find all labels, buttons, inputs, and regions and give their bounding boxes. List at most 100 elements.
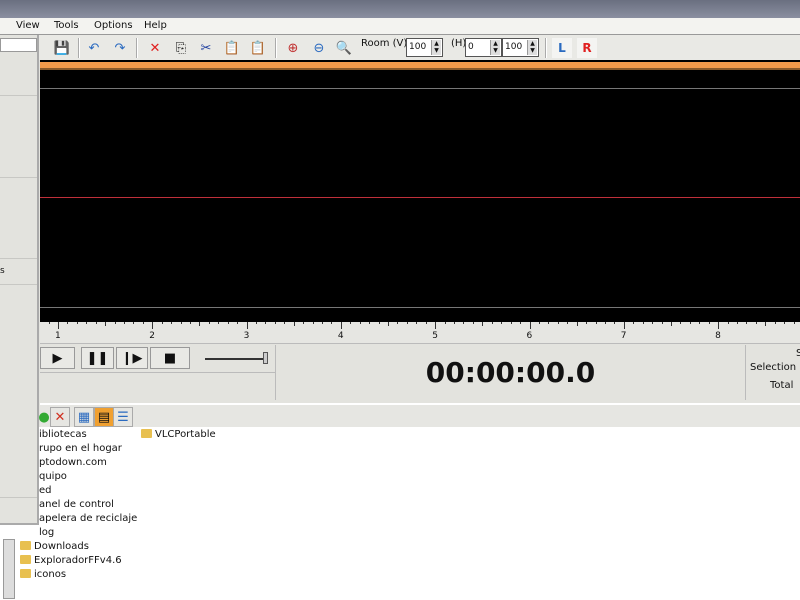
menu-tools[interactable]: Tools bbox=[54, 20, 79, 31]
ruler-label: 6 bbox=[526, 331, 533, 341]
menu-help[interactable]: Help bbox=[144, 20, 167, 31]
file-browser-toolbar: ● ✕ ▦ ▤ ☰ bbox=[38, 403, 800, 427]
paste-icon[interactable]: 📋 bbox=[222, 38, 242, 58]
list-item-label: Downloads bbox=[34, 541, 89, 552]
list-item[interactable]: quipo bbox=[39, 471, 67, 482]
ruler-tick bbox=[614, 322, 616, 324]
toolbar: 💾 ↶ ↷ ✕ ⎘ ✂ 📋 📋 ⊕ ⊖ 🔍 Room (V) 100 ▲ ▼ (H)… bbox=[0, 34, 800, 60]
ruler-tick bbox=[520, 322, 522, 324]
list-item[interactable]: ExploradorFFv4.6 bbox=[20, 555, 122, 566]
zoom-out-icon[interactable]: ⊖ bbox=[309, 38, 329, 58]
ruler-label: 4 bbox=[337, 331, 344, 341]
list-item[interactable]: log bbox=[39, 527, 54, 538]
list-item[interactable]: ed bbox=[39, 485, 52, 496]
ruler-tick bbox=[595, 322, 597, 324]
ruler-tick bbox=[171, 322, 173, 324]
ruler-tick bbox=[388, 322, 390, 326]
ruler-tick bbox=[312, 322, 314, 324]
menu-separator bbox=[0, 284, 37, 285]
ruler-tick bbox=[58, 322, 59, 329]
list-item[interactable]: iconos bbox=[20, 569, 66, 580]
ruler-tick bbox=[708, 322, 710, 324]
undo-icon[interactable]: ↶ bbox=[84, 38, 104, 58]
list-item[interactable]: apelera de reciclaje bbox=[39, 513, 137, 524]
ruler-tick bbox=[586, 322, 588, 324]
stop-button[interactable]: ■ bbox=[150, 347, 190, 369]
h-start-spinner[interactable]: 0 ▲ ▼ bbox=[465, 38, 502, 57]
ruler-tick bbox=[784, 322, 786, 324]
scrollbar[interactable] bbox=[3, 539, 15, 599]
copy-icon[interactable]: ⎘ bbox=[171, 38, 191, 58]
ruler-tick bbox=[180, 322, 182, 324]
ruler-tick bbox=[633, 322, 635, 324]
transport-controls: ▶ ❚❚ ❙▶ ■ bbox=[40, 345, 275, 400]
play-button[interactable]: ▶ bbox=[40, 347, 75, 369]
ruler-tick bbox=[538, 322, 540, 324]
ruler-tick bbox=[95, 322, 97, 324]
folder-icon bbox=[141, 429, 152, 438]
list-item[interactable]: anel de control bbox=[39, 499, 114, 510]
spinner-arrows-icon[interactable]: ▲ ▼ bbox=[527, 40, 537, 55]
left-channel-button[interactable]: L bbox=[552, 38, 572, 58]
list-item-label: ExploradorFFv4.6 bbox=[34, 555, 122, 566]
ruler-tick bbox=[727, 322, 729, 324]
save-icon[interactable]: 💾 bbox=[52, 38, 72, 58]
list-item[interactable]: ptodown.com bbox=[39, 457, 107, 468]
ruler-tick bbox=[48, 322, 50, 324]
play-selection-button[interactable]: ❙▶ bbox=[116, 347, 148, 369]
ruler-tick bbox=[124, 322, 125, 324]
spinner-arrows-icon[interactable]: ▲ ▼ bbox=[431, 40, 441, 55]
ruler-label: 3 bbox=[243, 331, 250, 341]
volume-slider[interactable] bbox=[205, 358, 265, 360]
h-end-spinner[interactable]: 100 ▲ ▼ bbox=[502, 38, 539, 57]
ruler-tick bbox=[567, 322, 569, 324]
room-v-label: Room (V) bbox=[361, 38, 408, 49]
total-label: Total bbox=[770, 380, 794, 391]
ruler-tick bbox=[190, 322, 192, 324]
zoom-fit-icon[interactable]: 🔍 bbox=[334, 38, 354, 58]
delete-icon[interactable]: ✕ bbox=[145, 38, 165, 58]
waveform-view[interactable] bbox=[40, 60, 800, 322]
icons-view-icon[interactable]: ▦ bbox=[74, 407, 94, 427]
delete-file-icon[interactable]: ✕ bbox=[50, 407, 70, 427]
room-v-spinner[interactable]: 100 ▲ ▼ bbox=[406, 38, 443, 57]
list-item[interactable]: VLCPortable bbox=[141, 429, 216, 440]
ruler-tick bbox=[161, 322, 163, 324]
ruler-tick bbox=[67, 322, 69, 324]
refresh-icon[interactable]: ● bbox=[38, 407, 49, 427]
list-view-icon[interactable]: ☰ bbox=[113, 407, 133, 427]
spinner-arrows-icon[interactable]: ▲ ▼ bbox=[490, 40, 500, 55]
ruler-tick bbox=[397, 322, 399, 324]
ruler-tick bbox=[491, 322, 493, 324]
h-start-value: 0 bbox=[468, 42, 474, 52]
menu-item-highlighted[interactable] bbox=[0, 38, 37, 52]
redo-icon[interactable]: ↷ bbox=[110, 38, 130, 58]
selection-panel: S Selection Total bbox=[745, 345, 800, 400]
ruler-tick bbox=[463, 322, 465, 324]
tiles-view-icon[interactable]: ▤ bbox=[94, 407, 114, 427]
paste-new-icon[interactable]: 📋 bbox=[248, 38, 268, 58]
menu-view[interactable]: View bbox=[16, 20, 40, 31]
list-item[interactable]: Downloads bbox=[20, 541, 89, 552]
h-end-value: 100 bbox=[505, 42, 523, 52]
right-channel-button[interactable]: R bbox=[577, 38, 597, 58]
ruler-tick bbox=[472, 322, 474, 324]
cut-icon[interactable]: ✂ bbox=[196, 38, 216, 58]
list-item[interactable]: rupo en el hogar bbox=[39, 443, 122, 454]
menu-item-label[interactable]: s bbox=[0, 266, 5, 276]
list-item[interactable]: ibliotecas bbox=[39, 429, 87, 440]
time-ruler[interactable]: 1 2 3 4 5 6 7 8 bbox=[40, 322, 800, 344]
ruler-tick bbox=[378, 322, 380, 324]
ruler-tick bbox=[246, 322, 248, 329]
ruler-tick bbox=[444, 322, 446, 324]
volume-slider-handle[interactable] bbox=[263, 352, 268, 364]
pause-button[interactable]: ❚❚ bbox=[81, 347, 114, 369]
separator bbox=[275, 38, 277, 58]
ruler-tick bbox=[765, 322, 767, 326]
menu-options[interactable]: Options bbox=[94, 20, 133, 31]
file-list: ibliotecas rupo en el hogar ptodown.com … bbox=[0, 427, 800, 600]
ruler-tick bbox=[227, 322, 229, 324]
zoom-in-icon[interactable]: ⊕ bbox=[283, 38, 303, 58]
ruler-tick bbox=[274, 322, 276, 324]
dropdown-menu: s bbox=[0, 35, 39, 525]
